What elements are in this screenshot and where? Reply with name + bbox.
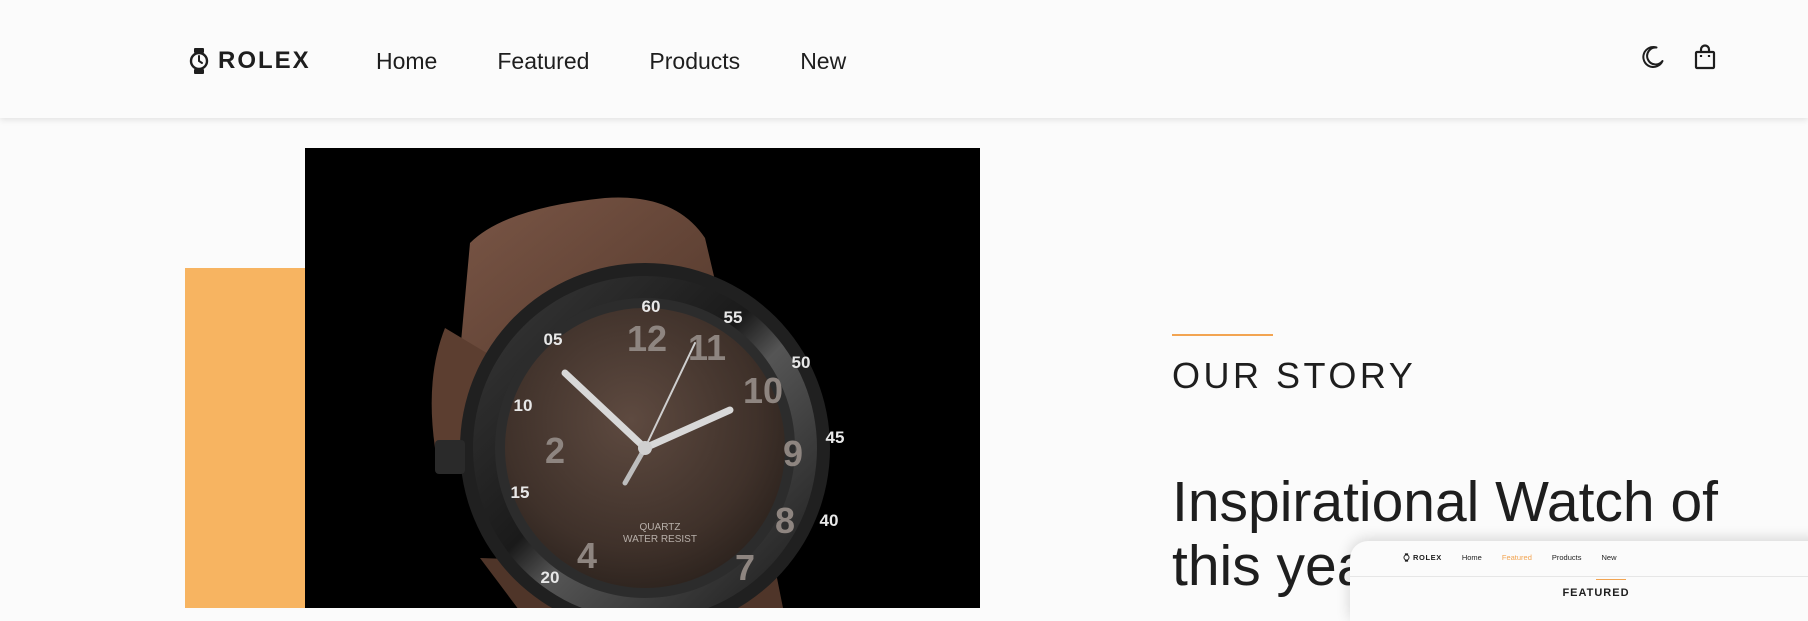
preview-brand-label: ROLEX: [1413, 553, 1442, 562]
svg-text:45: 45: [826, 428, 845, 447]
svg-text:50: 50: [792, 353, 811, 372]
brand-logo[interactable]: ROLEX: [188, 44, 311, 78]
svg-text:10: 10: [514, 396, 533, 415]
theme-toggle-button[interactable]: [1638, 42, 1668, 72]
page-preview-thumbnail[interactable]: ROLEX Home Featured Products New FEATURE…: [1350, 541, 1808, 621]
preview-nav-featured: Featured: [1501, 553, 1532, 562]
watch-icon: [1403, 553, 1410, 562]
story-kicker: OUR STORY: [1172, 355, 1417, 396]
nav-home[interactable]: Home: [376, 44, 437, 78]
cart-button[interactable]: [1690, 42, 1720, 72]
main-nav: Home Featured Products New: [376, 44, 846, 78]
watch-icon: [189, 48, 209, 74]
preview-brand: ROLEX: [1403, 553, 1442, 562]
svg-text:10: 10: [743, 370, 783, 411]
preview-nav: ROLEX Home Featured Products New: [1403, 553, 1631, 562]
nav-products[interactable]: Products: [649, 44, 740, 78]
preview-nav-home: Home: [1461, 553, 1482, 562]
svg-text:15: 15: [511, 483, 530, 502]
nav-new[interactable]: New: [800, 44, 846, 78]
svg-text:QUARTZ: QUARTZ: [640, 522, 681, 533]
brand-name: ROLEX: [218, 47, 311, 74]
preview-nav-products: Products: [1551, 553, 1582, 562]
site-header: ROLEX Home Featured Products New: [0, 0, 1808, 118]
svg-text:7: 7: [735, 547, 755, 588]
preview-divider: [1350, 576, 1808, 577]
svg-text:60: 60: [642, 297, 661, 316]
svg-text:4: 4: [577, 535, 597, 576]
svg-text:2: 2: [545, 430, 565, 471]
svg-text:55: 55: [724, 308, 743, 327]
story-accent-line: [1172, 334, 1273, 336]
wristwatch-photo: 60 55 50 45 40 05 10 15 20 12 11 10 9 8 …: [431, 197, 845, 608]
shopping-bag-icon: [1694, 44, 1716, 70]
hero-accent-block: [185, 268, 310, 608]
nav-featured[interactable]: Featured: [497, 44, 589, 78]
preview-section-label: FEATURED: [1562, 587, 1630, 599]
svg-text:05: 05: [544, 330, 563, 349]
preview-nav-new: New: [1601, 553, 1617, 562]
svg-text:40: 40: [820, 511, 839, 530]
preview-accent-line: [1596, 579, 1626, 580]
svg-text:20: 20: [541, 568, 560, 587]
svg-text:WATER RESIST: WATER RESIST: [623, 534, 697, 545]
svg-text:8: 8: [775, 500, 795, 541]
svg-text:9: 9: [783, 433, 803, 474]
moon-icon: [1642, 46, 1664, 68]
hero-watch-image: 60 55 50 45 40 05 10 15 20 12 11 10 9 8 …: [305, 148, 980, 608]
svg-text:12: 12: [627, 318, 667, 359]
